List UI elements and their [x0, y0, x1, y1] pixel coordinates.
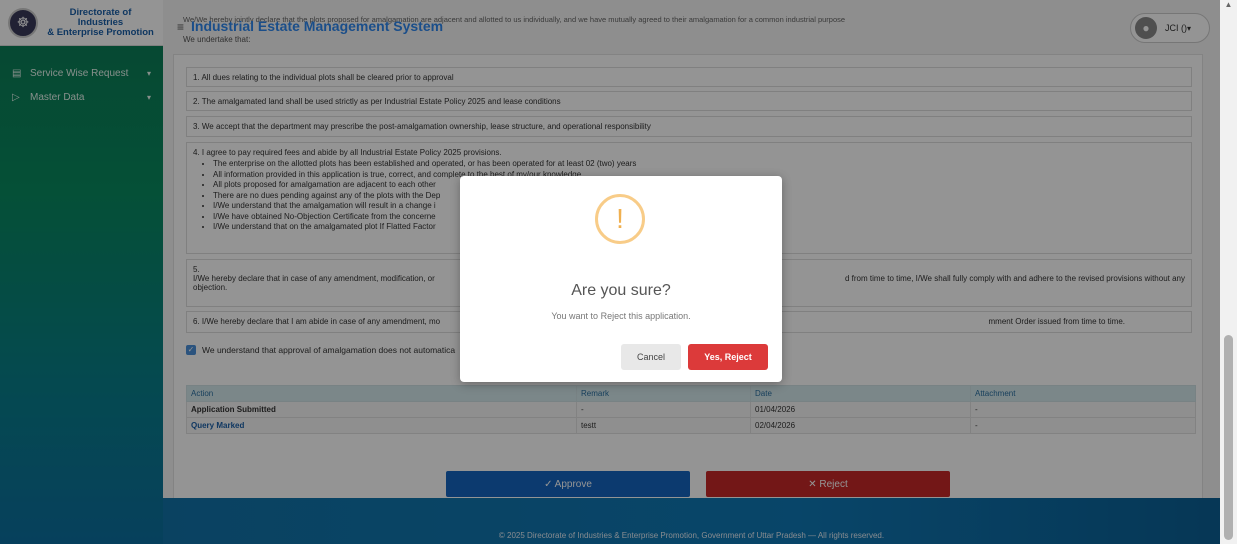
scroll-up-icon[interactable]: ▲ — [1220, 0, 1237, 14]
warning-icon: ! — [595, 194, 645, 244]
dialog-message: You want to Reject this application. — [551, 311, 691, 321]
scrollbar-thumb[interactable] — [1224, 335, 1233, 540]
dialog-title: Are you sure? — [571, 282, 671, 299]
scrollbar[interactable]: ▲ — [1220, 0, 1237, 544]
confirm-reject-button[interactable]: Yes, Reject — [688, 344, 768, 370]
cancel-button[interactable]: Cancel — [621, 344, 681, 370]
page-title: Industrial Estate Management System — [191, 18, 444, 34]
confirm-dialog: ! Are you sure? You want to Reject this … — [460, 176, 782, 382]
